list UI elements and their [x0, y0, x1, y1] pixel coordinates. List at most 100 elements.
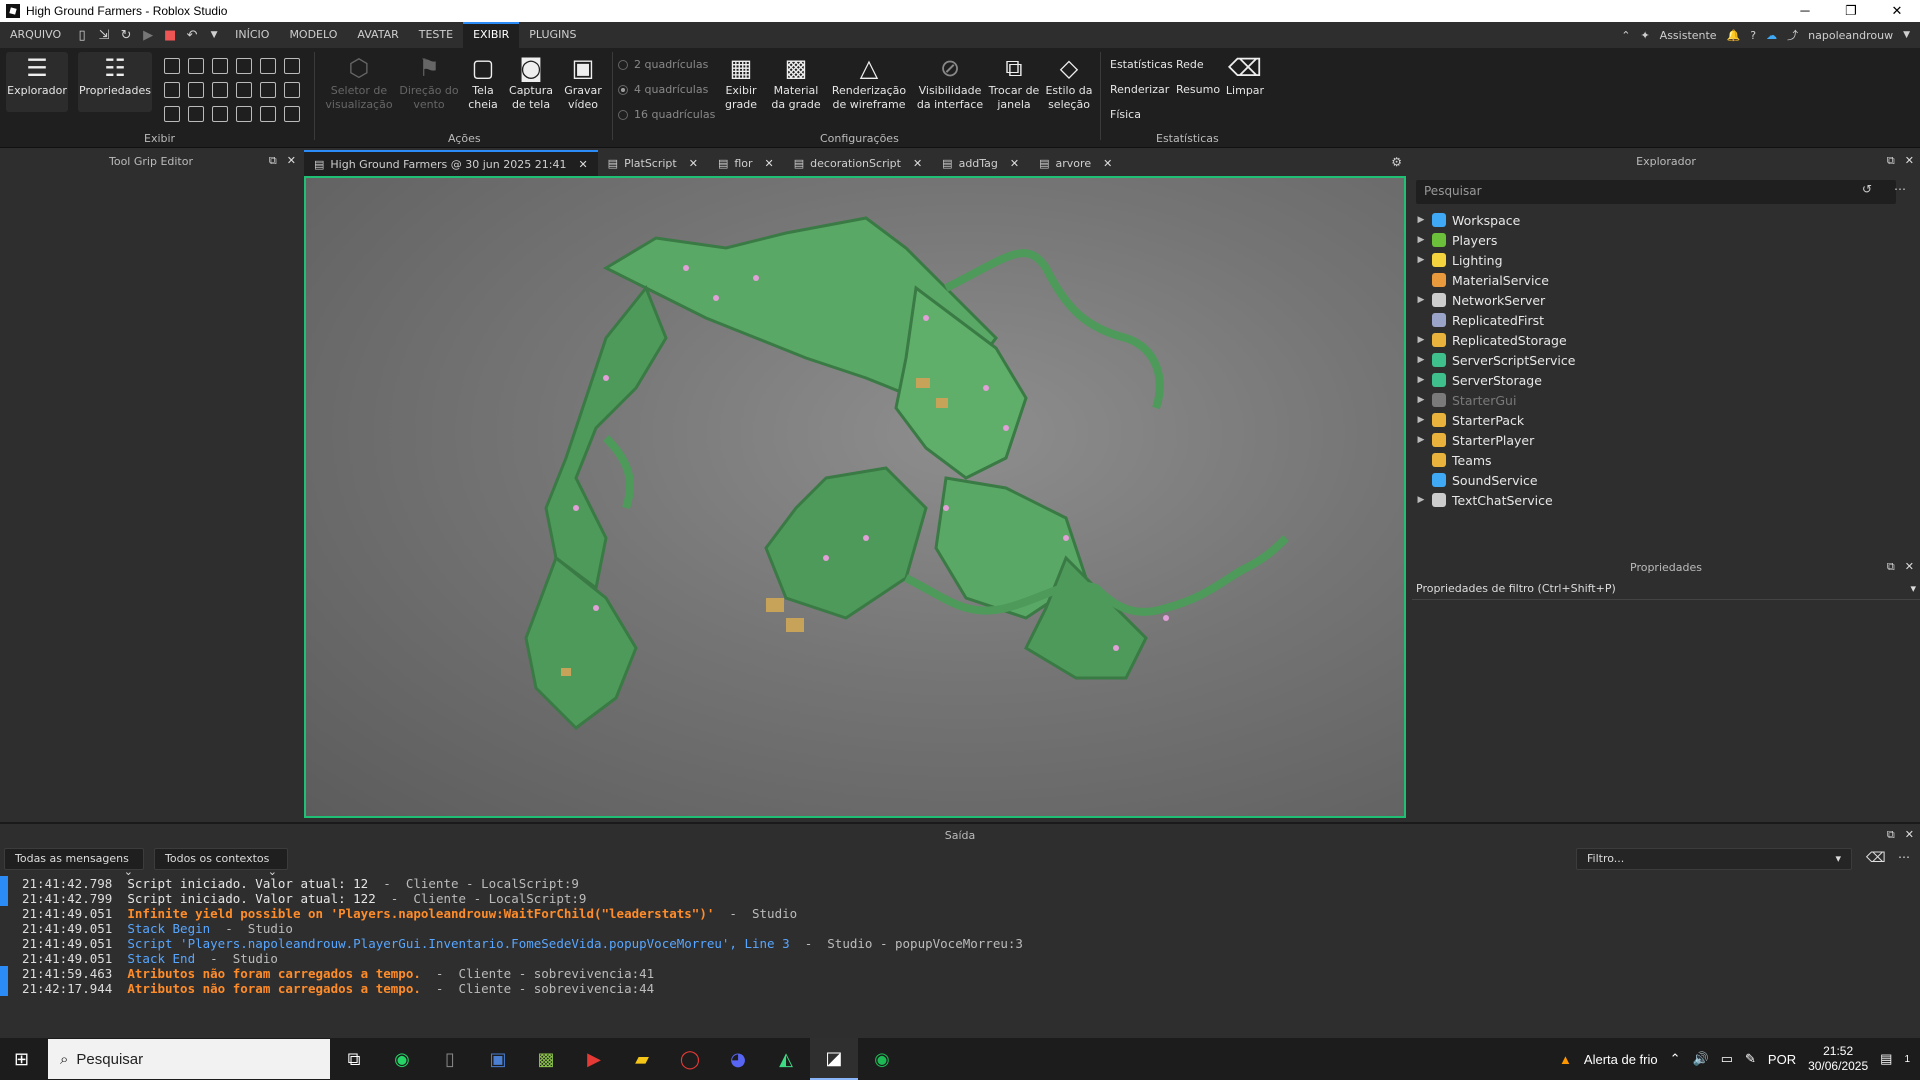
expand-arrow-icon[interactable]: ▶ [1414, 335, 1428, 345]
record-video-button[interactable]: ▣ Gravar vídeo [560, 52, 606, 112]
task-view-icon[interactable]: ⧉ [330, 1038, 378, 1080]
view-toggle-icon[interactable] [284, 58, 300, 74]
clock[interactable]: 21:52 30/06/2025 [1808, 1044, 1868, 1074]
view-toggle-icon[interactable] [236, 58, 252, 74]
collapse-ribbon-icon[interactable]: ⌃ [1621, 29, 1630, 42]
tab-decorationscript[interactable]: ▤ decorationScript ✕ [784, 150, 932, 176]
explorer-item-networkserver[interactable]: ▶ NetworkServer [1414, 290, 1914, 310]
chevron-down-icon[interactable]: ▼ [1903, 30, 1910, 40]
explorer-item-serverscriptservice[interactable]: ▶ ServerScriptService [1414, 350, 1914, 370]
tab-addtag[interactable]: ▤ addTag ✕ [932, 150, 1029, 176]
grid-material-button[interactable]: ▩ Material da grade [766, 52, 826, 112]
more-options-icon[interactable]: ⋯ [1894, 182, 1906, 196]
view-toggle-icon[interactable] [188, 106, 204, 122]
expand-arrow-icon[interactable]: ▶ [1414, 235, 1428, 245]
show-grid-button[interactable]: ▦ Exibir grade [716, 52, 766, 112]
roblox-studio-icon[interactable]: ◪ [810, 1038, 858, 1080]
close-tab-icon[interactable]: ✕ [689, 157, 698, 170]
chevron-down-icon[interactable]: ▾ [1910, 582, 1916, 595]
fullscreen-button[interactable]: ▢ Tela cheia [462, 52, 504, 112]
user-menu[interactable]: napoleandrouw [1808, 29, 1893, 42]
clear-output-icon[interactable]: ⌫ [1866, 850, 1886, 866]
selection-style-button[interactable]: ◇ Estilo da seleção [1044, 52, 1094, 112]
close-icon[interactable]: ✕ [287, 154, 296, 168]
windows-start-icon[interactable]: ⊞ [14, 1049, 29, 1070]
menu-inicio[interactable]: INÍCIO [225, 22, 279, 48]
grid-4-radio[interactable]: 4 quadrículas [618, 83, 708, 96]
explorer-search-input[interactable]: Pesquisar [1416, 180, 1896, 204]
tab-flor[interactable]: ▤ flor ✕ [708, 150, 784, 176]
grid-2-radio[interactable]: 2 quadrículas [618, 58, 708, 71]
view-toggle-icon[interactable] [188, 58, 204, 74]
view-toggle-icon[interactable] [212, 106, 228, 122]
explorer-item-textchatservice[interactable]: ▶ TextChatService [1414, 490, 1914, 510]
mouse-app-icon[interactable]: ▯ [426, 1038, 474, 1080]
3d-viewport[interactable] [304, 176, 1406, 818]
view-toggle-icon[interactable] [164, 106, 180, 122]
expand-arrow-icon[interactable]: ▶ [1414, 395, 1428, 405]
explorer-item-workspace[interactable]: ▶ Workspace [1414, 210, 1914, 230]
menu-avatar[interactable]: AVATAR [347, 22, 408, 48]
menu-arquivo[interactable]: ARQUIVO [0, 22, 71, 48]
undock-icon[interactable]: ⧉ [1887, 154, 1895, 168]
cloud-icon[interactable]: ☁ [1766, 29, 1777, 42]
assistant-button[interactable]: Assistente [1660, 29, 1717, 42]
view-toggle-icon[interactable] [236, 82, 252, 98]
screenshot-button[interactable]: ◙ Captura de tela [506, 52, 556, 112]
properties-button[interactable]: ☷ Propriedades [78, 52, 152, 112]
summary-button[interactable]: Resumo [1176, 83, 1220, 96]
volume-icon[interactable]: 🔊 [1693, 1051, 1709, 1067]
tab-place[interactable]: ▤ High Ground Farmers @ 30 jun 2025 21:41… [304, 150, 598, 176]
share-icon[interactable]: ⤴ [1787, 27, 1798, 43]
expand-arrow-icon[interactable]: ▶ [1414, 255, 1428, 265]
close-tab-icon[interactable]: ✕ [765, 157, 774, 170]
explorer-item-startergui[interactable]: ▶ StarterGui [1414, 390, 1914, 410]
contacts-app-icon[interactable]: ▣ [474, 1038, 522, 1080]
close-button[interactable]: ✕ [1874, 3, 1920, 19]
network-button[interactable]: Rede [1176, 58, 1204, 71]
history-icon[interactable]: ↺ [1862, 182, 1872, 196]
undock-icon[interactable]: ⧉ [1887, 560, 1895, 574]
expand-arrow-icon[interactable]: ▶ [1414, 415, 1428, 425]
explorer-item-replicatedfirst[interactable]: ReplicatedFirst [1414, 310, 1914, 330]
view-toggle-icon[interactable] [260, 106, 276, 122]
viewport-selector-button[interactable]: ⬡ Seletor de visualização [324, 52, 394, 112]
explorer-item-serverstorage[interactable]: ▶ ServerStorage [1414, 370, 1914, 390]
switch-window-button[interactable]: ⧉ Trocar de janela [988, 52, 1040, 112]
discord-icon[interactable]: ◕ [714, 1038, 762, 1080]
close-tab-icon[interactable]: ✕ [913, 157, 922, 170]
magic-icon[interactable] [284, 106, 300, 122]
close-tab-icon[interactable]: ✕ [1010, 157, 1019, 170]
explorer-item-teams[interactable]: Teams [1414, 450, 1914, 470]
expand-arrow-icon[interactable]: ▶ [1414, 295, 1428, 305]
wind-direction-button[interactable]: ⚑ Direção do vento [398, 52, 460, 112]
history-icon[interactable] [284, 82, 300, 98]
close-icon[interactable]: ✕ [1905, 560, 1914, 574]
view-toggle-icon[interactable] [260, 82, 276, 98]
view-toggle-icon[interactable] [260, 58, 276, 74]
output-filter-input[interactable]: Filtro... ▾ [1576, 848, 1852, 870]
view-toggle-icon[interactable] [212, 58, 228, 74]
restore-button[interactable]: ❐ [1828, 3, 1874, 19]
close-icon[interactable]: ✕ [1905, 828, 1914, 842]
pen-icon[interactable]: ✎ [1745, 1051, 1756, 1067]
roblox-launcher-icon[interactable]: ◭ [762, 1038, 810, 1080]
tray-chevron-icon[interactable]: ⌃ [1670, 1051, 1681, 1067]
explorer-item-starterplayer[interactable]: ▶ StarterPlayer [1414, 430, 1914, 450]
open-file-icon[interactable]: ⇲ [93, 28, 115, 43]
expand-arrow-icon[interactable]: ▶ [1414, 375, 1428, 385]
physics-button[interactable]: Física [1110, 108, 1141, 121]
redo-icon[interactable]: ↻ [115, 28, 137, 43]
undo-icon[interactable]: ↶ [181, 28, 203, 43]
message-filter-select[interactable]: Todas as mensagens ⌄ [4, 848, 144, 878]
view-toggle-icon[interactable] [212, 82, 228, 98]
play-icon[interactable]: ▶ [137, 28, 159, 43]
context-filter-select[interactable]: Todos os contextos ⌄ [154, 848, 288, 878]
notification-center-icon[interactable]: ▤ [1880, 1051, 1892, 1067]
render-button[interactable]: Renderizar [1110, 83, 1169, 96]
properties-filter-input[interactable]: Propriedades de filtro (Ctrl+Shift+P) ▾ [1412, 578, 1920, 600]
close-tab-icon[interactable]: ✕ [578, 158, 587, 171]
undock-icon[interactable]: ⧉ [1887, 828, 1895, 842]
ui-visibility-button[interactable]: ⊘ Visibilidade da interface [914, 52, 986, 112]
explorer-item-soundservice[interactable]: SoundService [1414, 470, 1914, 490]
